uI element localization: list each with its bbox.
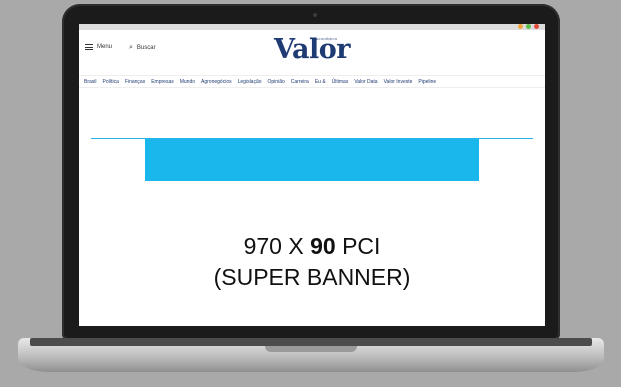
logo-text: Valor [274,34,350,65]
nav-item-ultimas[interactable]: Últimas [332,79,349,85]
nav-item-valor-data[interactable]: Valor Data [354,79,377,85]
nav-item-politica[interactable]: Política [103,79,119,85]
nav-item-brasil[interactable]: Brasil [84,79,97,85]
search-icon: ⌕ [129,44,133,51]
nav-item-financas[interactable]: Finanças [125,79,145,85]
nav-item-agronegocios[interactable]: Agronegócios [201,79,232,85]
nav-item-mundo[interactable]: Mundo [180,79,195,85]
ad-size-suffix: PCI [342,233,381,259]
close-icon[interactable] [534,24,539,29]
web-page: Menu ⌕ Buscar ECONÔMICO Valor Brasil Pol… [79,30,545,326]
site-header: Menu ⌕ Buscar ECONÔMICO Valor [79,30,545,75]
laptop-hinge [30,338,592,346]
ad-size-label: 970 X 90 PCI [79,231,545,261]
menu-button[interactable]: Menu [85,44,112,50]
nav-item-carreira[interactable]: Carreira [291,79,309,85]
search-button[interactable]: ⌕ Buscar [129,44,156,52]
nav-item-opiniao[interactable]: Opinião [268,79,285,85]
maximize-icon[interactable] [526,24,531,29]
camera-icon [313,13,317,17]
laptop-notch [265,346,357,352]
nav-item-valor-investe[interactable]: Valor Investe [384,79,413,85]
logo-eyebrow: ECONÔMICO [316,37,338,41]
menu-icon [85,44,93,50]
search-label: Buscar [136,45,156,51]
nav-item-empresas[interactable]: Empresas [151,79,174,85]
site-logo[interactable]: ECONÔMICO Valor [272,35,352,65]
ad-size-bold: 90 [310,233,336,259]
nav-item-pipeline[interactable]: Pipeline [418,79,436,85]
ad-size-prefix: 970 X [243,233,304,259]
super-banner-ad[interactable] [145,139,479,181]
nav-item-legislacao[interactable]: Legislação [238,79,262,85]
nav-item-eu[interactable]: Eu & [315,79,326,85]
ad-format-label: (SUPER BANNER) [213,264,411,290]
menu-label: Menu [97,44,113,50]
minimize-icon[interactable] [518,24,523,29]
section-nav: Brasil Política Finanças Empresas Mundo … [79,75,545,88]
